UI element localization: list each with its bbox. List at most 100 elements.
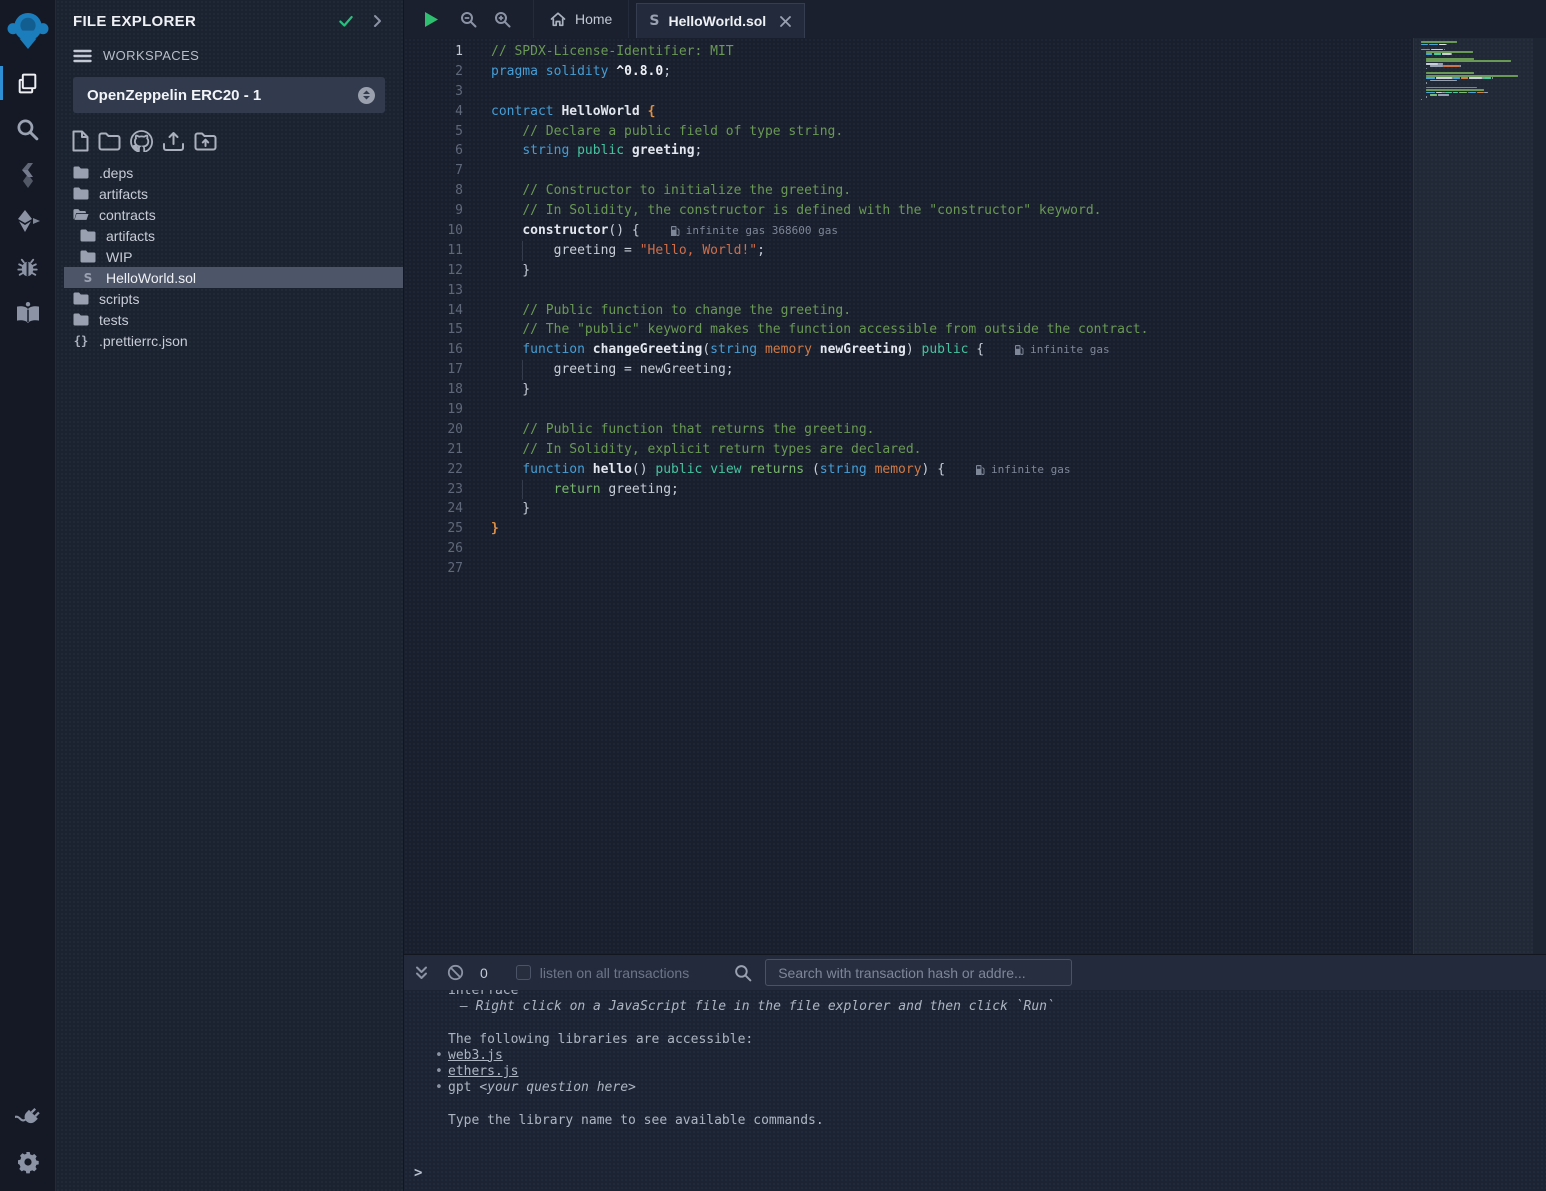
line-number: 19: [404, 400, 463, 420]
code-line-25[interactable]: 25}: [404, 519, 1413, 539]
activity-debugger[interactable]: [0, 244, 55, 290]
listen-transactions-label: listen on all transactions: [540, 965, 689, 981]
upload-folder-icon[interactable]: [194, 132, 217, 151]
zoom-out-icon[interactable]: [460, 11, 477, 28]
code-line-12[interactable]: 12 }: [404, 261, 1413, 281]
tree-item-artifacts[interactable]: artifacts: [56, 183, 403, 204]
code-line-26[interactable]: 26: [404, 539, 1413, 559]
code-line-18[interactable]: 18 }: [404, 380, 1413, 400]
tab-home[interactable]: Home: [533, 0, 629, 38]
new-file-icon[interactable]: [72, 130, 89, 152]
activity-learneth[interactable]: [0, 290, 55, 336]
tree-item-artifacts[interactable]: artifacts: [56, 225, 403, 246]
tree-item-helloworld-sol[interactable]: SHelloWorld.sol: [64, 267, 403, 288]
activity-bar-bottom: [0, 1093, 55, 1191]
minimap[interactable]: [1421, 41, 1521, 106]
terminal-line: •gpt <your question here>: [404, 1080, 1546, 1096]
ban-icon[interactable]: [447, 964, 464, 981]
terminal-prompt[interactable]: >: [404, 1165, 1546, 1181]
code-line-17[interactable]: 17 greeting = newGreeting;: [404, 360, 1413, 380]
terminal-line: •ethers.js: [404, 1064, 1546, 1080]
gas-estimate: infinite gas: [975, 460, 1070, 480]
tree-item-tests[interactable]: tests: [56, 309, 403, 330]
editor-tabbar: Home S HelloWorld.sol: [404, 0, 1546, 38]
check-icon[interactable]: [337, 12, 355, 30]
code-line-1[interactable]: 1// SPDX-License-Identifier: MIT: [404, 42, 1413, 62]
code-line-14[interactable]: 14 // Public function to change the gree…: [404, 301, 1413, 321]
tree-item-wip[interactable]: WIP: [56, 246, 403, 267]
file-explorer-toolbar: [56, 113, 403, 160]
code-text: // Declare a public field of type string…: [491, 122, 843, 142]
code-text: function changeGreeting(string memory ne…: [491, 340, 984, 360]
code-line-8[interactable]: 8 // Constructor to initialize the greet…: [404, 181, 1413, 201]
line-number: 20: [404, 420, 463, 440]
code-line-4[interactable]: 4contract HelloWorld {: [404, 102, 1413, 122]
code-editor[interactable]: 1// SPDX-License-Identifier: MIT2pragma …: [404, 38, 1413, 954]
gas-estimate: infinite gas: [1014, 340, 1109, 360]
activity-file-explorer[interactable]: [0, 60, 55, 106]
listen-transactions-checkbox[interactable]: [516, 965, 531, 980]
json-file-icon: {}: [73, 335, 89, 347]
activity-settings[interactable]: [0, 1139, 55, 1185]
close-icon[interactable]: [779, 15, 792, 28]
workspace-select[interactable]: OpenZeppelin ERC20 - 1: [73, 77, 385, 113]
folder-icon: [80, 229, 96, 242]
code-line-19[interactable]: 19: [404, 400, 1413, 420]
chevron-right-icon[interactable]: [369, 13, 385, 29]
tree-item-label: scripts: [99, 291, 139, 307]
tree-item-contracts[interactable]: contracts: [56, 204, 403, 225]
workspace-updown-icon[interactable]: [358, 87, 375, 104]
line-number: 23: [404, 480, 463, 500]
new-folder-icon[interactable]: [98, 132, 121, 151]
indent-guide: [522, 360, 523, 380]
code-line-24[interactable]: 24 }: [404, 499, 1413, 519]
code-line-20[interactable]: 20 // Public function that returns the g…: [404, 420, 1413, 440]
code-line-3[interactable]: 3: [404, 82, 1413, 102]
transaction-search-input[interactable]: [765, 959, 1072, 986]
line-number: 22: [404, 460, 463, 480]
debugger-icon: [15, 255, 40, 280]
file-explorer-panel: FILE EXPLORER WORKSPACES OpenZeppelin ER…: [55, 0, 403, 1191]
upload-file-icon[interactable]: [162, 131, 185, 152]
tab-home-label: Home: [575, 11, 612, 27]
github-icon[interactable]: [130, 130, 153, 152]
activity-remix-logo[interactable]: [0, 0, 55, 60]
activity-search[interactable]: [0, 106, 55, 152]
tree-item--deps[interactable]: .deps: [56, 162, 403, 183]
code-text: constructor() {: [491, 221, 640, 241]
tree-item-scripts[interactable]: scripts: [56, 288, 403, 309]
play-icon[interactable]: [423, 11, 439, 28]
code-text: // Public function to change the greetin…: [491, 301, 851, 321]
double-chevron-down-icon[interactable]: [414, 965, 429, 981]
tree-item-label: artifacts: [99, 186, 148, 202]
code-line-6[interactable]: 6 string public greeting;: [404, 141, 1413, 161]
code-line-11[interactable]: 11 greeting = "Hello, World!";: [404, 241, 1413, 261]
activity-solidity-compiler[interactable]: [0, 152, 55, 198]
code-line-16[interactable]: 16 function changeGreeting(string memory…: [404, 340, 1413, 360]
hamburger-icon[interactable]: [73, 49, 92, 63]
zoom-in-icon[interactable]: [494, 11, 511, 28]
code-line-23[interactable]: 23 return greeting;: [404, 480, 1413, 500]
terminal-line: The following libraries are accessible:: [404, 1032, 1546, 1048]
code-line-27[interactable]: 27: [404, 559, 1413, 579]
code-line-7[interactable]: 7: [404, 161, 1413, 181]
activity-plugin-manager[interactable]: [0, 1093, 55, 1139]
panel-title: FILE EXPLORER: [73, 13, 323, 30]
solidity-compiler-icon: [17, 163, 39, 188]
terminal-link[interactable]: web3.js: [448, 1048, 503, 1063]
code-line-13[interactable]: 13: [404, 281, 1413, 301]
code-line-2[interactable]: 2pragma solidity ^0.8.0;: [404, 62, 1413, 82]
code-line-21[interactable]: 21 // In Solidity, explicit return types…: [404, 440, 1413, 460]
code-line-10[interactable]: 10 constructor() {infinite gas 368600 ga…: [404, 221, 1413, 241]
activity-deploy-and-run[interactable]: [0, 198, 55, 244]
code-line-9[interactable]: 9 // In Solidity, the constructor is def…: [404, 201, 1413, 221]
code-line-22[interactable]: 22 function hello() public view returns …: [404, 460, 1413, 480]
tab-helloworld-sol[interactable]: S HelloWorld.sol: [636, 3, 805, 38]
terminal-line: Type the library name to see available c…: [404, 1113, 1546, 1129]
tree-item--prettierrc-json[interactable]: {}.prettierrc.json: [56, 330, 403, 351]
code-line-5[interactable]: 5 // Declare a public field of type stri…: [404, 122, 1413, 142]
terminal-link[interactable]: ethers.js: [448, 1064, 518, 1079]
code-line-15[interactable]: 15 // The "public" keyword makes the fun…: [404, 320, 1413, 340]
code-text: function hello() public view returns (st…: [491, 460, 945, 480]
file-explorer-icon: [15, 71, 40, 96]
